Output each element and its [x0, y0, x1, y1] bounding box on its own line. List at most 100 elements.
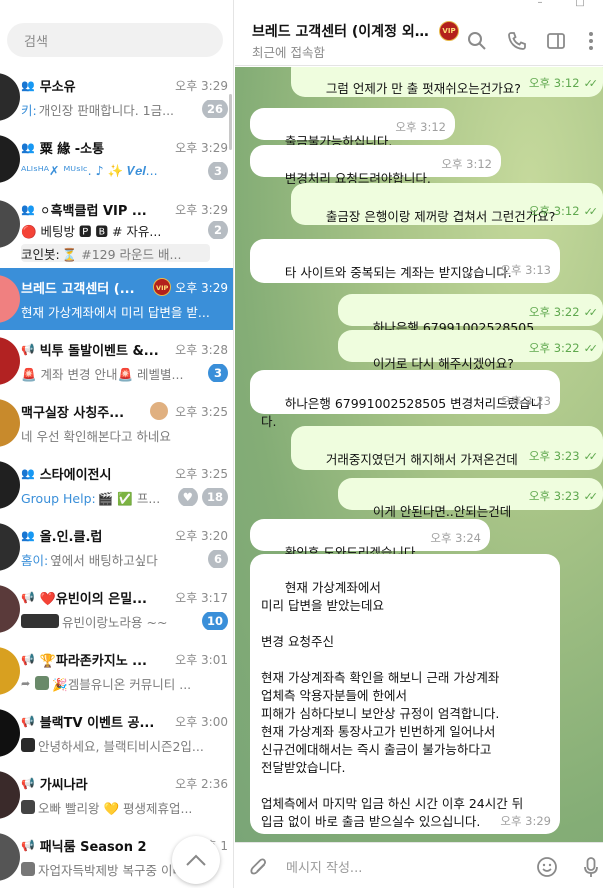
read-check-icon: ✓✓ [583, 450, 599, 463]
message-meta: 오후 3:22 ✓✓ [528, 303, 599, 322]
chat-name: 가씨나라 [39, 777, 88, 793]
message-time: 오후 3:24 [430, 531, 481, 545]
emoji-icon[interactable] [535, 855, 559, 879]
chat-preview-text: ⏳ #129 라운드 배... [61, 246, 182, 262]
chat-item[interactable]: 📢 빅투 돌발이벤트 &... 오후 3:28 🚨 계좌 변경 안내🚨 레벨별.… [0, 330, 233, 392]
chat-item[interactable]: 👥 粟 緣 -소통 오후 3:29 ᴬᴸᴵˢᴴᴬ✗ ᴹᵁˢᴵᶜ. ♪ ✨ 𝑽𝒆𝒍… [0, 128, 233, 190]
minimize-icon[interactable]: – [535, 0, 545, 8]
message-composer[interactable]: 메시지 작성... [235, 842, 603, 888]
search-input[interactable]: 검색 [7, 23, 223, 57]
window-controls: – □ [483, 0, 603, 8]
message-outgoing[interactable]: 이거로 다시 해주시겠어요? 오후 3:22 ✓✓ [338, 330, 603, 371]
chat-preview: 오빠 빨리왕 💛 평생제휴업... [38, 800, 193, 816]
group-icon: 👥 [21, 140, 35, 154]
chat-sender: 키: [21, 102, 37, 118]
search-icon[interactable] [466, 30, 488, 52]
message-time: 오후 3:12 [441, 157, 492, 171]
read-check-icon: ✓✓ [583, 77, 599, 90]
chat-item[interactable]: 📢 ❤️유빈이의 은밀... 오후 3:17 유빈이랑노라용 ~~ 10 [0, 578, 233, 640]
message-incoming[interactable]: 출금불가능하십니다. 오후 3:12 [250, 108, 455, 149]
chat-preview: 키: 개인장 판매합니다. 1금... [21, 100, 198, 118]
chat-item[interactable]: 👥 스타에이전시 오후 3:25 Group Help: 🎬 ✅ 프... ♥ 1… [0, 454, 233, 516]
chat-name: 스타에이전시 [39, 467, 112, 483]
message-text: 이게 안된다면..안되는건데 [372, 504, 512, 519]
muted-icon: ♥ [177, 488, 198, 506]
message-meta: 오후 3:12 ✓✓ [529, 74, 599, 93]
avatar [0, 275, 20, 323]
chat-time: 오후 3:28 [175, 342, 228, 357]
message-incoming[interactable]: 현재 가상계좌에서 미리 답변을 받았는데요 변경 요청주신 현재 가상계좌측 … [250, 554, 560, 834]
conversation-pane: 브레드 고객센터 (이계정 외... VIP 최근에 접속함 그럼 언제가 만 … [235, 0, 603, 888]
chat-item[interactable]: 📢 가씨나라 오후 2:36 오빠 빨리왕 💛 평생제휴업... [0, 764, 233, 826]
message-outgoing[interactable]: 출금장 은행이랑 제꺼랑 겹쳐서 그런건가요? 오후 3:12 ✓✓ [291, 183, 603, 225]
read-check-icon: ✓✓ [583, 205, 599, 218]
avatar [0, 771, 20, 819]
message-time: 오후 3:22 [528, 341, 580, 355]
message-incoming[interactable]: 변경처리 요청드려야합니다. 오후 3:12 [250, 145, 501, 186]
chat-preview-text: 옆에서 배팅하고싶다 [50, 552, 158, 568]
chat-time: 오후 3:29 [175, 202, 228, 217]
chat-item[interactable]: 📢 🏆파라존카지노 ... 오후 3:01 ➦ 🎉겜블유니온 커뮤니티 ... [0, 640, 233, 702]
channel-icon: 📢 [21, 342, 35, 356]
avatar [0, 647, 20, 695]
channel-icon: 📢 [21, 590, 35, 604]
message-meta: 오후 3:23 ✓✓ [529, 447, 599, 466]
sidebar-toggle-icon[interactable] [545, 30, 567, 52]
message-outgoing[interactable]: 하나은행 67991002528505 오후 3:22 ✓✓ [338, 294, 603, 335]
avatar [0, 399, 20, 447]
message-meta: 오후 3:23 ✓✓ [529, 487, 599, 506]
chat-list: 👥 무소유 오후 3:29 키: 개인장 판매합니다. 1금... 26 👥 粟 … [0, 66, 233, 888]
message-text: 그럼 언제가 만 출 펏재쉬오는건가요? [325, 81, 521, 96]
chat-list-scrollbar[interactable] [229, 94, 232, 150]
chat-preview: Group Help: 🎬 ✅ 프... [21, 488, 174, 506]
chat-preview: 현재 가상계좌에서 미리 답변을 받... [21, 304, 210, 320]
message-area[interactable]: 그럼 언제가 만 출 펏재쉬오는건가요? 오후 3:12 ✓✓ 출금불가능하십니다… [235, 67, 603, 842]
chat-preview-text: 개인장 판매합니다. 1금... [38, 102, 175, 118]
message-incoming[interactable]: 확인후 도와드리겠습니다. 오후 3:24 [250, 519, 490, 560]
media-thumbnail-icon [21, 614, 59, 628]
message-time: 오후 3:13 [500, 263, 551, 277]
chat-item[interactable]: 👥 올.인.클.럽 오후 3:20 홈이: 옆에서 배팅하고싶다 6 [0, 516, 233, 578]
read-check-icon: ✓✓ [583, 306, 599, 319]
unread-badge: 6 [208, 550, 228, 568]
maximize-icon[interactable]: □ [575, 0, 585, 8]
chat-preview: 안녕하세요, 블랙티비시즌2입... [38, 738, 204, 754]
avatar [0, 337, 20, 385]
chat-name: 粟 緣 -소통 [39, 141, 105, 157]
chat-item-active[interactable]: 브레드 고객센터 (... VIP 오후 3:29 현재 가상계좌에서 미리 답… [0, 268, 233, 330]
chevron-up-icon [186, 854, 206, 866]
chat-header[interactable]: 브레드 고객센터 (이계정 외... VIP 최근에 접속함 [235, 0, 603, 66]
message-text: 이거로 다시 해주시겠어요? [372, 356, 514, 371]
search-placeholder: 검색 [24, 34, 48, 50]
message-outgoing[interactable]: 이게 안된다면..안되는건데 오후 3:23 ✓✓ [338, 478, 603, 519]
chat-item[interactable]: 맥구실장 사칭주... 오후 3:25 네 우선 확인해본다고 하네요 [0, 392, 233, 454]
chat-name: 빅투 돌발이벤트 &... [39, 343, 159, 359]
group-icon: 👥 [21, 466, 35, 480]
message-outgoing[interactable]: 거래중지였던거 해지해서 가져온건데 오후 3:23 ✓✓ [291, 426, 603, 470]
forward-icon: ➦ [21, 676, 31, 690]
message-time: 오후 3:22 [528, 305, 580, 319]
message-incoming[interactable]: 타 사이트와 중복되는 계좌는 받지않습니다. 오후 3:13 [250, 239, 560, 283]
unread-badge: 2 [208, 221, 228, 239]
more-options-icon[interactable] [580, 30, 602, 52]
message-outgoing[interactable]: 그럼 언제가 만 출 펏재쉬오는건가요? 오후 3:12 ✓✓ [291, 67, 603, 97]
message-input[interactable]: 메시지 작성... [286, 857, 362, 876]
chat-name: 블랙TV 이벤트 공... [39, 715, 155, 731]
attach-icon[interactable] [247, 855, 271, 879]
chat-time: 오후 3:29 [175, 140, 228, 155]
message-text: 현재 가상계좌에서 미리 답변을 받았는데요 변경 요청주신 현재 가상계좌측 … [261, 580, 524, 829]
chat-item[interactable]: 👥 ⚪흑백클럽 VIP ... 오후 3:29 🔴 베팅방 🅿 🅱 # 자유..… [0, 190, 233, 268]
unread-badge: 3 [208, 364, 228, 382]
chat-name: ⚪흑백클럽 VIP ... [39, 203, 147, 219]
scroll-to-top-button[interactable] [172, 836, 220, 884]
avatar [0, 523, 20, 571]
phone-icon[interactable] [506, 30, 528, 52]
microphone-icon[interactable] [579, 855, 603, 879]
chat-item[interactable]: 📢 블랙TV 이벤트 공... 오후 3:00 안녕하세요, 블랙티비시즌2입.… [0, 702, 233, 764]
chat-item[interactable]: 👥 무소유 오후 3:29 키: 개인장 판매합니다. 1금... 26 [0, 66, 233, 128]
read-check-icon: ✓✓ [583, 490, 599, 503]
avatar [0, 135, 20, 183]
message-incoming[interactable]: 하나은행 67991002528505 변경처리드렸습니다. 오후 3:23 [250, 370, 560, 429]
chat-title[interactable]: 브레드 고객센터 (이계정 외... [252, 21, 430, 41]
chat-name: 올.인.클.럽 [39, 529, 103, 545]
